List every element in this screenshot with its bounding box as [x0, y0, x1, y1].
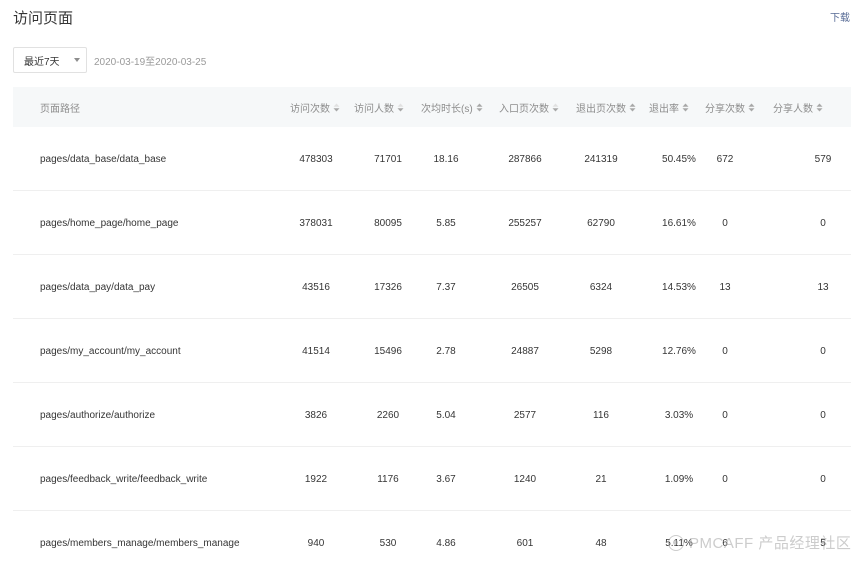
- cell-share-count: 0: [722, 345, 728, 357]
- cell-path: pages/feedback_write/feedback_write: [40, 473, 208, 485]
- cell-share-count: 0: [722, 217, 728, 229]
- column-header-label: 退出率: [649, 103, 679, 115]
- table-row: pages/members_manage/members_manage 940 53…: [13, 511, 851, 565]
- cell-path: pages/members_manage/members_manage: [40, 537, 240, 549]
- cell-share-count: 6: [722, 537, 728, 549]
- cell-sharers: 0: [820, 345, 826, 357]
- cell-visits: 1922: [304, 473, 328, 485]
- cell-avg-duration: 3.67: [436, 473, 456, 485]
- cell-share-count: 672: [716, 153, 734, 165]
- cell-entry-count: 287866: [508, 153, 542, 165]
- cell-sharers: 579: [814, 153, 832, 165]
- cell-visitors: 530: [379, 537, 397, 549]
- table-row: pages/my_account/my_account 41514 15496 2.7…: [13, 319, 851, 383]
- cell-exit-count: 48: [595, 537, 607, 549]
- column-header-label: 访问人数: [354, 103, 394, 115]
- column-header-sharers[interactable]: 分享人数: [773, 87, 823, 127]
- date-range-select[interactable]: 最近7天: [13, 47, 87, 73]
- sort-icon[interactable]: [552, 103, 559, 112]
- table-row: pages/home_page/home_page 378031 80095 5.85…: [13, 191, 851, 255]
- cell-visits: 940: [307, 537, 325, 549]
- column-header-label: 分享人数: [773, 103, 813, 115]
- cell-exit-count: 5298: [589, 345, 613, 357]
- column-header-visitors[interactable]: 访问人数: [354, 87, 404, 127]
- table-row: pages/feedback_write/feedback_write 1922 1…: [13, 447, 851, 511]
- column-header-avg-duration[interactable]: 次均时长(s): [421, 87, 483, 127]
- table-header: 页面路径 访问次数 访问人数 次均时长(s) 入口页次数 退出页次数 退出率 分享次数 分享人数: [13, 87, 851, 127]
- page-visits-table: 页面路径 访问次数 访问人数 次均时长(s) 入口页次数 退出页次数 退出率 分享次数 分享人数…: [13, 87, 851, 565]
- column-header-label: 退出页次数: [576, 103, 626, 115]
- date-range-select-label: 最近7天: [24, 56, 60, 68]
- cell-visitors: 17326: [374, 281, 402, 293]
- cell-sharers: 0: [820, 217, 826, 229]
- column-header-label: 次均时长(s): [421, 103, 473, 115]
- cell-visitors: 71701: [374, 153, 402, 165]
- cell-visits: 478303: [299, 153, 333, 165]
- cell-avg-duration: 5.04: [436, 409, 456, 421]
- cell-path: pages/my_account/my_account: [40, 345, 181, 357]
- sort-icon[interactable]: [682, 103, 689, 112]
- date-range-text: 2020-03-19至2020-03-25: [94, 56, 207, 68]
- column-header-label: 分享次数: [705, 103, 745, 115]
- cell-avg-duration: 4.86: [436, 537, 456, 549]
- cell-sharers: 5: [820, 537, 826, 549]
- sort-icon[interactable]: [333, 103, 340, 112]
- cell-entry-count: 24887: [511, 345, 539, 357]
- cell-share-count: 0: [722, 473, 728, 485]
- column-header-path: 页面路径: [40, 87, 80, 127]
- cell-entry-count: 2577: [513, 409, 537, 421]
- cell-path: pages/data_base/data_base: [40, 153, 167, 165]
- column-header-share-count[interactable]: 分享次数: [705, 87, 755, 127]
- cell-visitors: 80095: [374, 217, 402, 229]
- cell-avg-duration: 5.85: [436, 217, 456, 229]
- cell-path: pages/authorize/authorize: [40, 409, 156, 421]
- column-header-visits[interactable]: 访问次数: [290, 87, 340, 127]
- column-header-exit-count[interactable]: 退出页次数: [576, 87, 636, 127]
- cell-path: pages/home_page/home_page: [40, 217, 179, 229]
- table-body: pages/data_base/data_base 478303 71701 18.1…: [13, 127, 851, 565]
- column-header-entry-count[interactable]: 入口页次数: [499, 87, 559, 127]
- column-header-label: 访问次数: [290, 103, 330, 115]
- cell-visitors: 2260: [376, 409, 400, 421]
- chevron-down-icon: [74, 58, 80, 62]
- cell-exit-count: 62790: [587, 217, 615, 229]
- page-title: 访问页面: [13, 10, 74, 27]
- cell-share-count: 13: [719, 281, 731, 293]
- cell-visits: 43516: [302, 281, 330, 293]
- cell-avg-duration: 7.37: [436, 281, 456, 293]
- download-link[interactable]: 下载: [830, 9, 850, 24]
- cell-path: pages/data_pay/data_pay: [40, 281, 156, 293]
- cell-exit-count: 21: [595, 473, 607, 485]
- table-row: pages/data_pay/data_pay 43516 17326 7.37 265…: [13, 255, 851, 319]
- table-row: pages/data_base/data_base 478303 71701 18.1…: [13, 127, 851, 191]
- cell-exit-count: 116: [593, 409, 609, 421]
- cell-visitors: 15496: [374, 345, 402, 357]
- cell-entry-count: 601: [516, 537, 534, 549]
- column-header-exit-rate[interactable]: 退出率: [649, 87, 689, 127]
- cell-visits: 41514: [302, 345, 330, 357]
- column-header-label: 入口页次数: [499, 103, 549, 115]
- cell-sharers: 13: [817, 281, 829, 293]
- cell-avg-duration: 2.78: [436, 345, 456, 357]
- cell-visitors: 1176: [377, 473, 399, 485]
- cell-share-count: 0: [722, 409, 728, 421]
- column-header-label: 页面路径: [40, 103, 80, 115]
- sort-icon[interactable]: [476, 103, 483, 112]
- sort-icon[interactable]: [816, 103, 823, 112]
- cell-exit-count: 6324: [589, 281, 613, 293]
- cell-entry-count: 26505: [511, 281, 539, 293]
- cell-entry-count: 255257: [508, 217, 542, 229]
- cell-visits: 378031: [299, 217, 333, 229]
- cell-avg-duration: 18.16: [433, 153, 459, 165]
- cell-exit-count: 241319: [584, 153, 618, 165]
- table-row: pages/authorize/authorize 3826 2260 5.04 257…: [13, 383, 851, 447]
- cell-entry-count: 1240: [513, 473, 537, 485]
- cell-sharers: 0: [820, 409, 826, 421]
- cell-visits: 3826: [304, 409, 328, 421]
- cell-sharers: 0: [820, 473, 826, 485]
- filter-row: 最近7天 2020-03-19至2020-03-25: [13, 47, 206, 73]
- sort-icon[interactable]: [397, 103, 404, 112]
- sort-icon[interactable]: [748, 103, 755, 112]
- sort-icon[interactable]: [629, 103, 636, 112]
